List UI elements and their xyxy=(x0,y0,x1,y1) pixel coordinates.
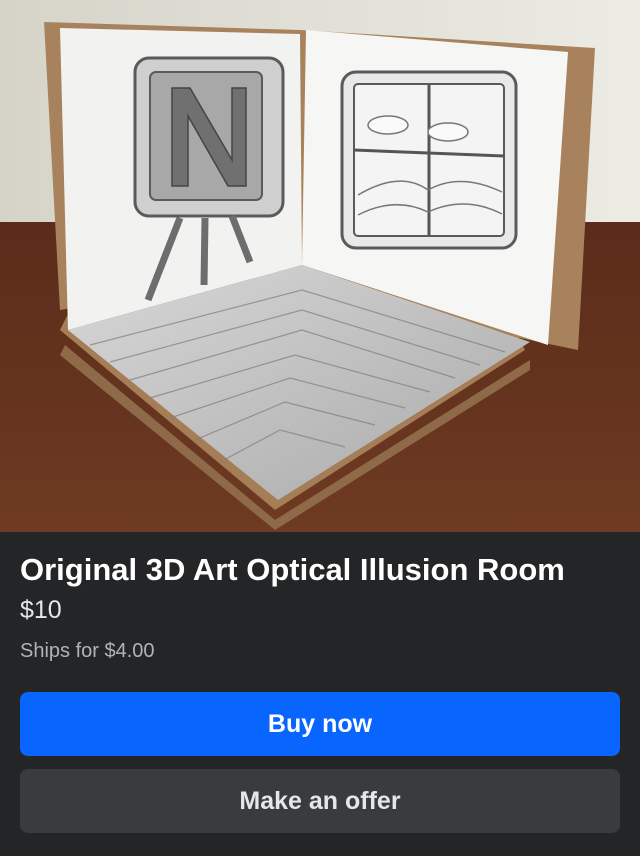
buy-now-label: Buy now xyxy=(267,709,373,738)
buy-now-button[interactable]: Buy now xyxy=(20,692,620,756)
listing-details: Original 3D Art Optical Illusion Room $1… xyxy=(0,532,640,856)
listing-price: $10 xyxy=(20,596,62,624)
make-offer-label: Make an offer xyxy=(239,786,401,815)
listing-title: Original 3D Art Optical Illusion Room xyxy=(20,552,565,587)
listing-photo[interactable] xyxy=(0,0,640,532)
shipping-info: Ships for $4.00 xyxy=(20,640,155,662)
make-offer-button[interactable]: Make an offer xyxy=(20,769,620,833)
